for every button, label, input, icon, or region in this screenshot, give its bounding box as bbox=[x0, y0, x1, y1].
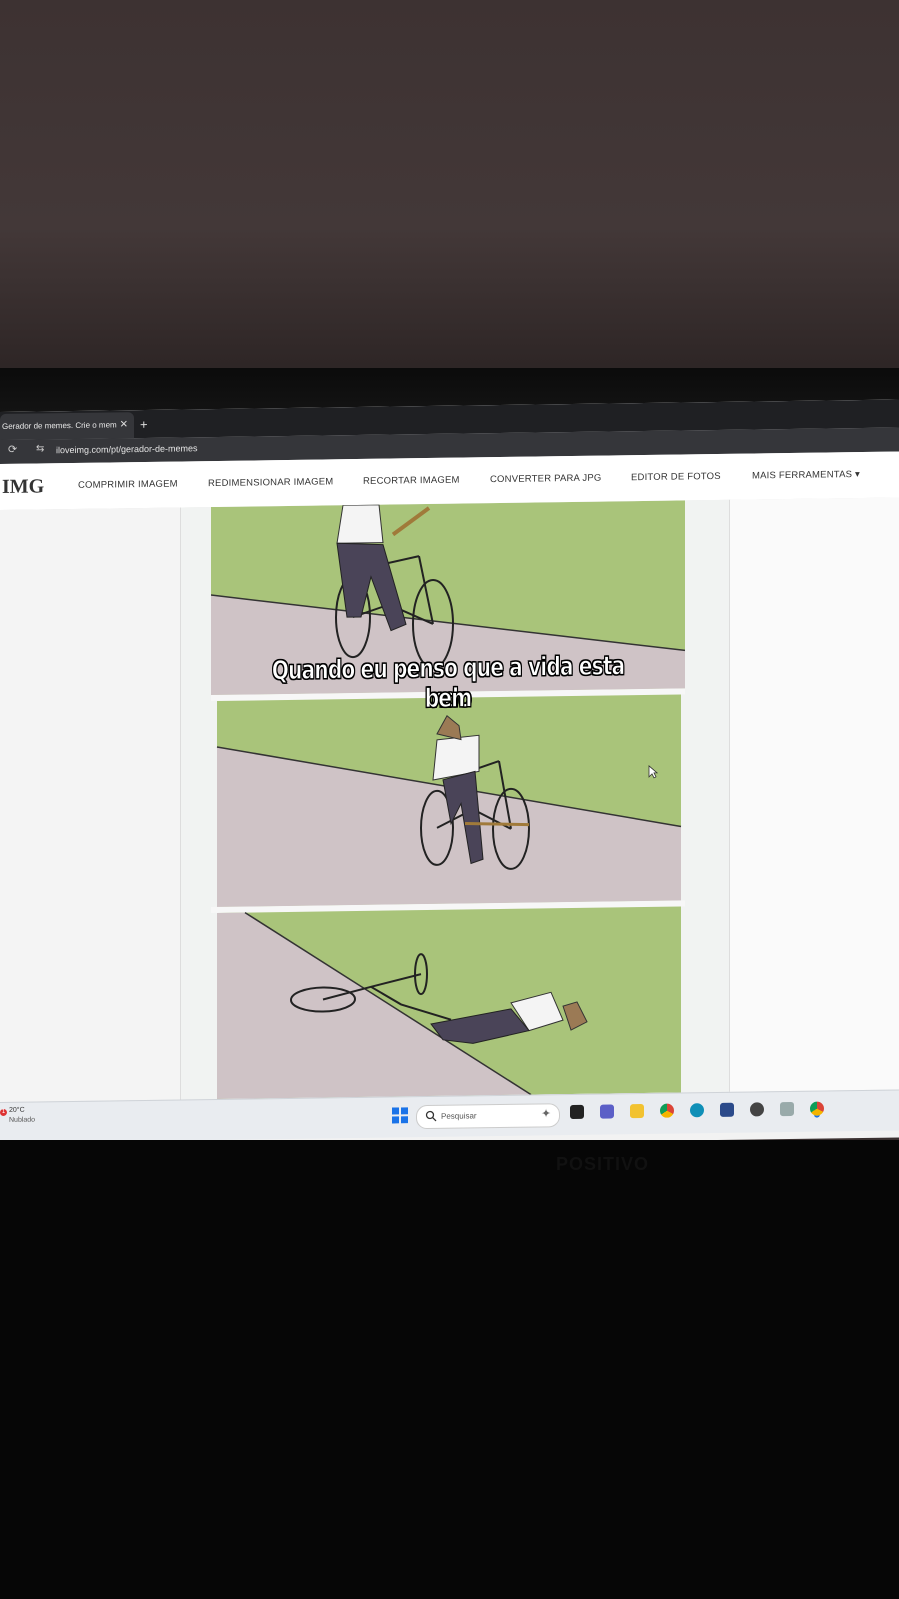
file-explorer-icon[interactable] bbox=[570, 1104, 584, 1120]
folder-icon[interactable] bbox=[630, 1104, 644, 1119]
nav-redimensionar-imagem[interactable]: REDIMENSIONAR IMAGEM bbox=[208, 476, 333, 489]
monitor-bezel-bottom: POSITIVO bbox=[0, 1140, 899, 1599]
settings-icon[interactable] bbox=[750, 1102, 764, 1117]
monitor-brand-logo: POSITIVO bbox=[556, 1154, 650, 1174]
tab-close-icon[interactable]: ✕ bbox=[120, 412, 128, 438]
nav-editor-de-fotos[interactable]: EDITOR DE FOTOS bbox=[631, 471, 721, 483]
site-logo[interactable]: IMG bbox=[2, 475, 44, 499]
app-icon[interactable] bbox=[780, 1101, 794, 1117]
chrome-active-icon[interactable] bbox=[810, 1101, 824, 1116]
site-info-icon[interactable]: ⇆ bbox=[36, 443, 44, 454]
tab-title: Gerador de memes. Crie o mem bbox=[2, 420, 117, 431]
chrome-icon[interactable] bbox=[660, 1103, 674, 1118]
wall-background bbox=[0, 0, 899, 380]
weather-description[interactable]: Nublado bbox=[9, 1117, 35, 1124]
reload-icon[interactable]: ⟳ bbox=[8, 443, 17, 456]
store-icon[interactable] bbox=[720, 1102, 734, 1117]
windows-start-icon[interactable] bbox=[392, 1107, 408, 1124]
page-content: Quando eu penso que a vida esta indo bem bbox=[0, 497, 899, 1102]
new-tab-button[interactable]: + bbox=[140, 412, 148, 438]
search-icon bbox=[425, 1110, 437, 1122]
mouse-cursor-icon bbox=[648, 765, 658, 779]
meme-image[interactable]: Quando eu penso que a vida esta indo bem bbox=[210, 500, 686, 1099]
nav-recortar-imagem[interactable]: RECORTAR IMAGEM bbox=[363, 475, 460, 487]
nav-mais-ferramentas[interactable]: MAIS FERRAMENTAS ▾ bbox=[752, 469, 860, 482]
search-highlight-icon: ✦ bbox=[540, 1106, 551, 1121]
weather-temperature[interactable]: 20°C bbox=[9, 1107, 25, 1114]
nav-converter-para-jpg[interactable]: CONVERTER PARA JPG bbox=[490, 473, 601, 486]
edge-icon[interactable] bbox=[690, 1103, 704, 1118]
teams-icon[interactable] bbox=[600, 1104, 614, 1119]
search-placeholder: Pesquisar bbox=[441, 1111, 477, 1121]
right-sidebar bbox=[730, 497, 899, 1092]
weather-alert-badge: 1 bbox=[0, 1108, 7, 1116]
meme-caption-line2: bem bbox=[424, 683, 472, 715]
meme-editor-card: Quando eu penso que a vida esta indo bem bbox=[180, 499, 730, 1100]
monitor-screen: Gerador de memes. Crie o mem ✕ + ⟳ ⇆ ilo… bbox=[0, 399, 899, 1150]
url-field[interactable]: iloveimg.com/pt/gerador-de-memes bbox=[56, 443, 198, 455]
taskbar-search-box[interactable]: Pesquisar ✦ bbox=[416, 1103, 560, 1130]
meme-panels-illustration bbox=[210, 500, 686, 1099]
nav-comprimir-imagem[interactable]: COMPRIMIR IMAGEM bbox=[78, 479, 178, 491]
browser-tab[interactable]: Gerador de memes. Crie o mem ✕ bbox=[0, 412, 134, 440]
